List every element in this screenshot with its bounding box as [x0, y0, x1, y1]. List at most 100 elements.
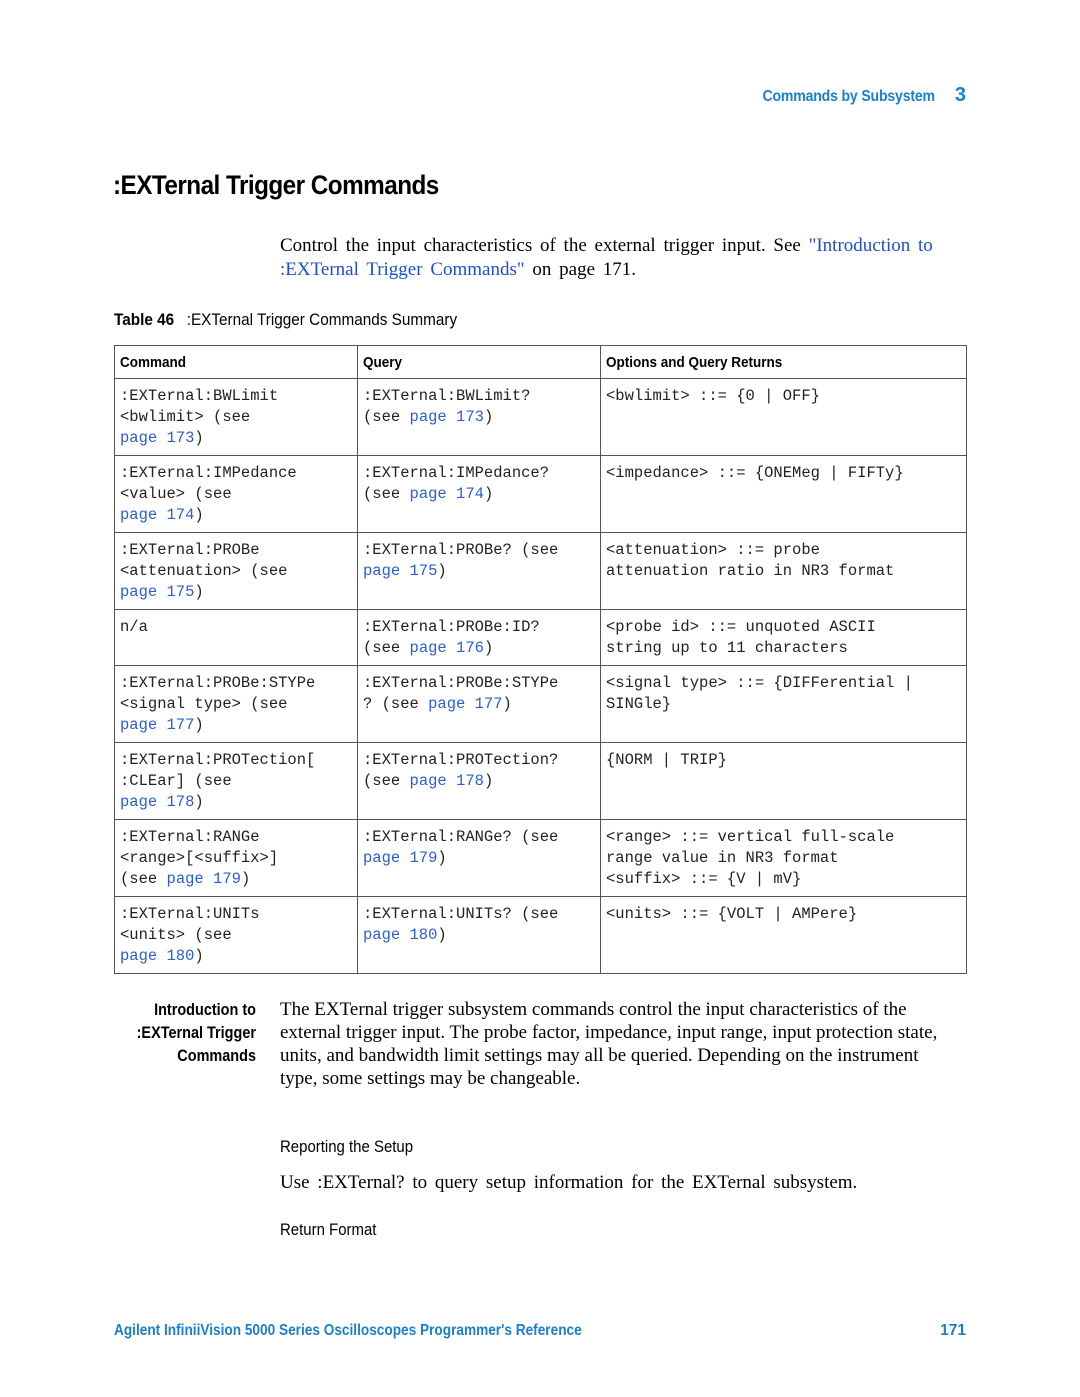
page-link[interactable]: page 179	[363, 849, 437, 867]
command-line: :EXTernal:UNITs	[120, 905, 260, 923]
page-link[interactable]: page 176	[410, 639, 484, 657]
options-line: range value in NR3 format	[606, 849, 839, 867]
command-cell: :EXTernal:IMPedance <value> (see page 174)	[114, 455, 358, 533]
options-line: attenuation ratio in NR3 format	[606, 562, 895, 580]
page-link[interactable]: page 178	[410, 772, 484, 790]
command-line: <range>[<suffix>]	[120, 849, 279, 867]
intro-text-after: on page 171.	[524, 258, 637, 280]
command-line: :EXTernal:IMPedance	[120, 464, 297, 482]
table-row: :EXTernal:RANGe <range>[<suffix>] (see pag…	[114, 819, 967, 897]
query-line: (see page 178)	[363, 772, 494, 790]
page-link[interactable]: page 177	[120, 716, 194, 734]
column-header-label: Options and Query Returns	[606, 353, 783, 371]
chapter-number: 3	[954, 84, 966, 106]
table-row: :EXTernal:PROBe:STYPe <signal type> (see p…	[114, 665, 967, 743]
page-link[interactable]: page 179	[167, 870, 241, 888]
query-cell: :EXTernal:IMPedance? (see page 174)	[357, 455, 601, 533]
options-line: <attenuation> ::= probe	[606, 541, 820, 559]
options-cell: <units> ::= {VOLT | AMPere}	[600, 896, 967, 974]
running-header: Commands by Subsystem 3	[739, 84, 966, 107]
options-line: <suffix> ::= {V | mV}	[606, 870, 802, 888]
commands-summary-table: Command Query Options and Query Returns …	[114, 345, 967, 974]
column-header-label: Query	[363, 353, 403, 371]
table-row: :EXTernal:BWLimit <bwlimit> (see page 173)…	[114, 378, 967, 456]
page-link[interactable]: page 175	[363, 562, 437, 580]
options-cell: <signal type> ::= {DIFFerential |SINGle}	[600, 665, 967, 743]
intro-section-body: The EXTernal trigger subsystem commands …	[280, 999, 938, 1089]
command-line: <attenuation> (see	[120, 562, 288, 580]
command-line: page 175)	[120, 583, 204, 601]
query-line: (see page 176)	[363, 639, 494, 657]
query-line: :EXTernal:PROBe:ID?	[363, 618, 540, 636]
command-line: (see page 179)	[120, 870, 251, 888]
command-line: page 173)	[120, 429, 204, 447]
page-link[interactable]: page 178	[120, 793, 194, 811]
query-line: page 175)	[363, 562, 447, 580]
command-cell: :EXTernal:PROBe:STYPe <signal type> (see p…	[114, 665, 358, 743]
table-row: :EXTernal:PROBe <attenuation> (see page 17…	[114, 532, 967, 610]
query-cell: :EXTernal:BWLimit? (see page 173)	[357, 378, 601, 456]
command-line: page 177)	[120, 716, 204, 734]
query-line: :EXTernal:PROBe? (see	[363, 541, 559, 559]
command-cell: :EXTernal:BWLimit <bwlimit> (see page 173)	[114, 378, 358, 456]
query-line: (see page 173)	[363, 408, 494, 426]
command-cell: :EXTernal:RANGe <range>[<suffix>] (see pag…	[114, 819, 358, 897]
table-title: :EXTernal Trigger Commands Summary	[186, 310, 458, 329]
column-header-options: Options and Query Returns	[600, 345, 967, 379]
options-line: <impedance> ::= {ONEMeg | FIFTy}	[606, 464, 904, 482]
page-footer: Agilent InfiniiVision 5000 Series Oscill…	[114, 1322, 966, 1340]
page-link[interactable]: page 175	[120, 583, 194, 601]
query-line: :EXTernal:PROTection?	[363, 751, 559, 769]
page-link[interactable]: page 180	[363, 926, 437, 944]
command-line: <value> (see	[120, 485, 232, 503]
reporting-heading: Reporting the Setup	[280, 1137, 414, 1156]
heading-line: Commands	[177, 1046, 256, 1065]
options-line: <units> ::= {VOLT | AMPere}	[606, 905, 858, 923]
options-cell: {NORM | TRIP}	[600, 742, 967, 820]
query-cell: :EXTernal:RANGe? (see page 179)	[357, 819, 601, 897]
intro-text: Control the input characteristics of the…	[280, 235, 809, 256]
options-line: <signal type> ::= {DIFFerential |	[606, 674, 913, 692]
section-title: Commands by Subsystem	[762, 88, 936, 105]
options-cell: <bwlimit> ::= {0 | OFF}	[600, 378, 967, 456]
command-line: page 174)	[120, 506, 204, 524]
column-header-query: Query	[357, 345, 601, 379]
command-line: page 180)	[120, 947, 204, 965]
heading-line: :EXTernal Trigger	[136, 1023, 256, 1042]
query-line: :EXTernal:BWLimit?	[363, 387, 531, 405]
intro-paragraph: Control the input characteristics of the…	[280, 234, 970, 281]
page-link[interactable]: page 173	[410, 408, 484, 426]
options-line: SINGle}	[606, 695, 672, 713]
page-link[interactable]: page 180	[120, 947, 194, 965]
options-line: <range> ::= vertical full-scale	[606, 828, 895, 846]
options-line: <probe id> ::= unquoted ASCII	[606, 618, 876, 636]
options-cell: <probe id> ::= unquoted ASCIIstring up t…	[600, 609, 967, 666]
options-line: string up to 11 characters	[606, 639, 848, 657]
page-link[interactable]: page 173	[120, 429, 194, 447]
table-caption: Table 46:EXTernal Trigger Commands Summa…	[114, 310, 457, 330]
query-cell: :EXTernal:UNITs? (see page 180)	[357, 896, 601, 974]
query-line: :EXTernal:IMPedance?	[363, 464, 550, 482]
options-cell: <attenuation> ::= probeattenuation ratio…	[600, 532, 967, 610]
command-line: :CLEar] (see	[120, 772, 232, 790]
page-link[interactable]: page 174	[120, 506, 194, 524]
command-cell: :EXTernal:PROBe <attenuation> (see page 17…	[114, 532, 358, 610]
query-line: (see page 174)	[363, 485, 494, 503]
column-header-label: Command	[120, 353, 187, 371]
command-line: :EXTernal:BWLimit	[120, 387, 279, 405]
page-title: :EXTernal Trigger Commands	[113, 170, 439, 200]
return-format-heading: Return Format	[280, 1220, 377, 1239]
command-line: page 178)	[120, 793, 204, 811]
heading-line: Introduction to	[154, 1000, 256, 1019]
query-cell: :EXTernal:PROTection? (see page 178)	[357, 742, 601, 820]
options-line: <bwlimit> ::= {0 | OFF}	[606, 387, 820, 405]
table-body: :EXTernal:BWLimit <bwlimit> (see page 173)…	[114, 378, 967, 974]
command-cell: n/a	[114, 609, 358, 666]
page-link[interactable]: page 174	[410, 485, 484, 503]
command-cell: :EXTernal:UNITs <units> (see page 180)	[114, 896, 358, 974]
command-line: :EXTernal:PROBe:STYPe	[120, 674, 316, 692]
query-line: page 179)	[363, 849, 447, 867]
query-line: ? (see page 177)	[363, 695, 512, 713]
page-link[interactable]: page 177	[428, 695, 502, 713]
options-cell: <impedance> ::= {ONEMeg | FIFTy}	[600, 455, 967, 533]
